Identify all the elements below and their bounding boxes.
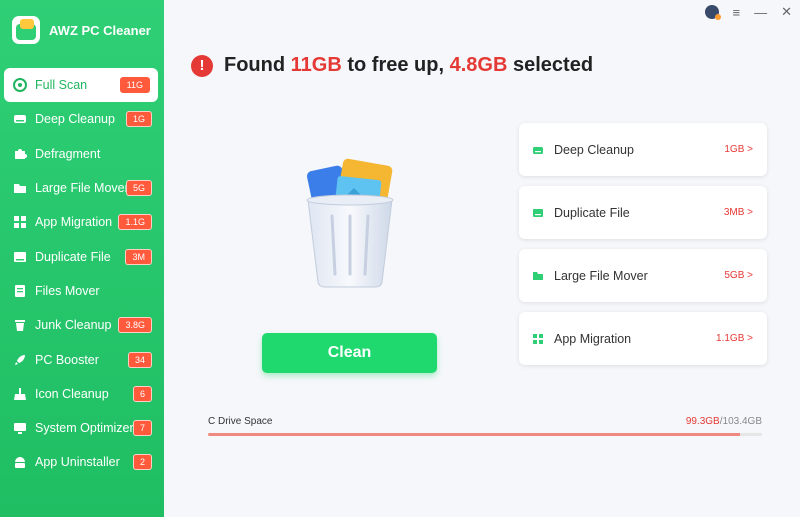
sidebar-item-label: Deep Cleanup (35, 112, 115, 127)
sidebar-item-icon-cleanup[interactable]: Icon Cleanup 6 (0, 377, 164, 411)
drive-space-value: 99.3GB/103.4GB (686, 416, 762, 427)
sidebar: AWZ PC Cleaner Full Scan 11G Deep Cleanu… (0, 0, 164, 517)
headline-text: Found 11GB to free up, 4.8GB selected (224, 54, 593, 77)
card-size: 1.1GB > (716, 333, 753, 344)
card-size: 1GB > (724, 144, 753, 155)
app-logo-icon (12, 16, 40, 44)
sidebar-item-large-file-mover[interactable]: Large File Mover 5G (0, 171, 164, 205)
card-size: 5GB > (724, 270, 753, 281)
sidebar-item-files-mover[interactable]: Files Mover (0, 274, 164, 308)
headline-suffix: selected (512, 54, 594, 76)
scan-result-headline: ! Found 11GB to free up, 4.8GB selected (191, 54, 593, 77)
sidebar-item-deep-cleanup[interactable]: Deep Cleanup 1G (0, 102, 164, 136)
trash-bin-illustration (300, 158, 400, 288)
apps-icon (13, 215, 27, 229)
card-app-migration[interactable]: App Migration 1.1GB > (519, 312, 767, 365)
clean-button[interactable]: Clean (262, 333, 437, 373)
count-badge: 7 (132, 420, 152, 437)
count-badge: 2 (132, 454, 152, 471)
user-avatar-icon[interactable] (704, 5, 721, 20)
sidebar-item-junk-cleanup[interactable]: Junk Cleanup 3.8G (0, 308, 164, 342)
menu-icon[interactable]: ≡ (733, 5, 741, 20)
size-badge: 5G (125, 180, 152, 197)
drive-total: /103.4GB (719, 416, 762, 427)
monitor-icon (13, 421, 27, 435)
brand: AWZ PC Cleaner (12, 16, 151, 44)
size-badge: 3.8G (118, 317, 152, 334)
sidebar-item-label: Junk Cleanup (35, 318, 112, 333)
sidebar-item-label: System Optimizer (35, 421, 134, 436)
puzzle-icon (13, 147, 27, 161)
drive-space-bar (208, 433, 762, 436)
card-large-file-mover[interactable]: Large File Mover 5GB > (519, 249, 767, 302)
duplicate-icon (532, 207, 544, 219)
broom-icon (13, 387, 27, 401)
sidebar-item-system-optimizer[interactable]: System Optimizer 7 (0, 411, 164, 445)
headline-middle: to free up, (347, 54, 445, 76)
sidebar-item-label: Icon Cleanup (35, 386, 109, 401)
sidebar-item-duplicate-file[interactable]: Duplicate File 3M (0, 239, 164, 273)
card-label: App Migration (554, 331, 632, 346)
drive-icon (532, 144, 544, 156)
sidebar-item-pc-booster[interactable]: PC Booster 34 (0, 342, 164, 376)
sidebar-item-defragment[interactable]: Defragment (0, 137, 164, 171)
headline-prefix: Found (224, 54, 286, 76)
card-deep-cleanup[interactable]: Deep Cleanup 1GB > (519, 123, 767, 176)
sidebar-item-label: Duplicate File (35, 249, 111, 264)
sidebar-item-full-scan[interactable]: Full Scan 11G (4, 68, 158, 103)
sidebar-item-label: App Migration (35, 215, 113, 230)
window-controls: ≡ — ✕ (704, 4, 792, 20)
sidebar-nav: Full Scan 11G Deep Cleanup 1G Defragment… (0, 68, 164, 480)
app-name: AWZ PC Cleaner (49, 22, 151, 38)
card-duplicate-file[interactable]: Duplicate File 3MB > (519, 186, 767, 239)
sidebar-item-app-migration[interactable]: App Migration 1.1G (0, 205, 164, 239)
count-badge: 34 (127, 351, 152, 368)
sidebar-item-label: Large File Mover (35, 181, 129, 196)
drive-used: 99.3GB (685, 416, 720, 427)
drive-space-fill (208, 433, 740, 436)
folder-icon (13, 181, 27, 195)
size-badge: 11G (119, 77, 150, 94)
drive-space-label: C Drive Space (208, 416, 273, 427)
sidebar-item-app-uninstaller[interactable]: App Uninstaller 2 (0, 445, 164, 479)
files-icon (13, 284, 27, 298)
drive-icon (13, 112, 27, 126)
card-label: Deep Cleanup (554, 142, 634, 157)
sidebar-item-label: Defragment (35, 146, 101, 161)
card-label: Large File Mover (554, 268, 648, 283)
card-label: Duplicate File (554, 205, 630, 220)
sidebar-item-label: PC Booster (35, 352, 99, 367)
sidebar-item-label: Files Mover (35, 283, 100, 298)
alert-icon: ! (191, 54, 213, 77)
size-badge: 3M (125, 248, 152, 265)
card-size: 3MB > (723, 207, 753, 218)
apps-icon (532, 333, 544, 345)
trash-icon (13, 318, 27, 332)
android-icon (13, 455, 27, 469)
sidebar-item-label: Full Scan (35, 78, 88, 93)
duplicate-icon (13, 250, 27, 264)
selected-size: 4.8GB (449, 54, 508, 76)
sidebar-item-label: App Uninstaller (35, 455, 120, 470)
size-badge: 1G (125, 111, 152, 128)
rocket-icon (13, 353, 27, 367)
folder-icon (532, 270, 544, 282)
scan-icon (13, 78, 27, 93)
size-badge: 1.1G (118, 214, 152, 231)
close-icon[interactable]: ✕ (781, 4, 792, 20)
count-badge: 6 (132, 385, 152, 402)
minimize-icon[interactable]: — (754, 5, 767, 20)
total-size: 11GB (290, 54, 342, 76)
